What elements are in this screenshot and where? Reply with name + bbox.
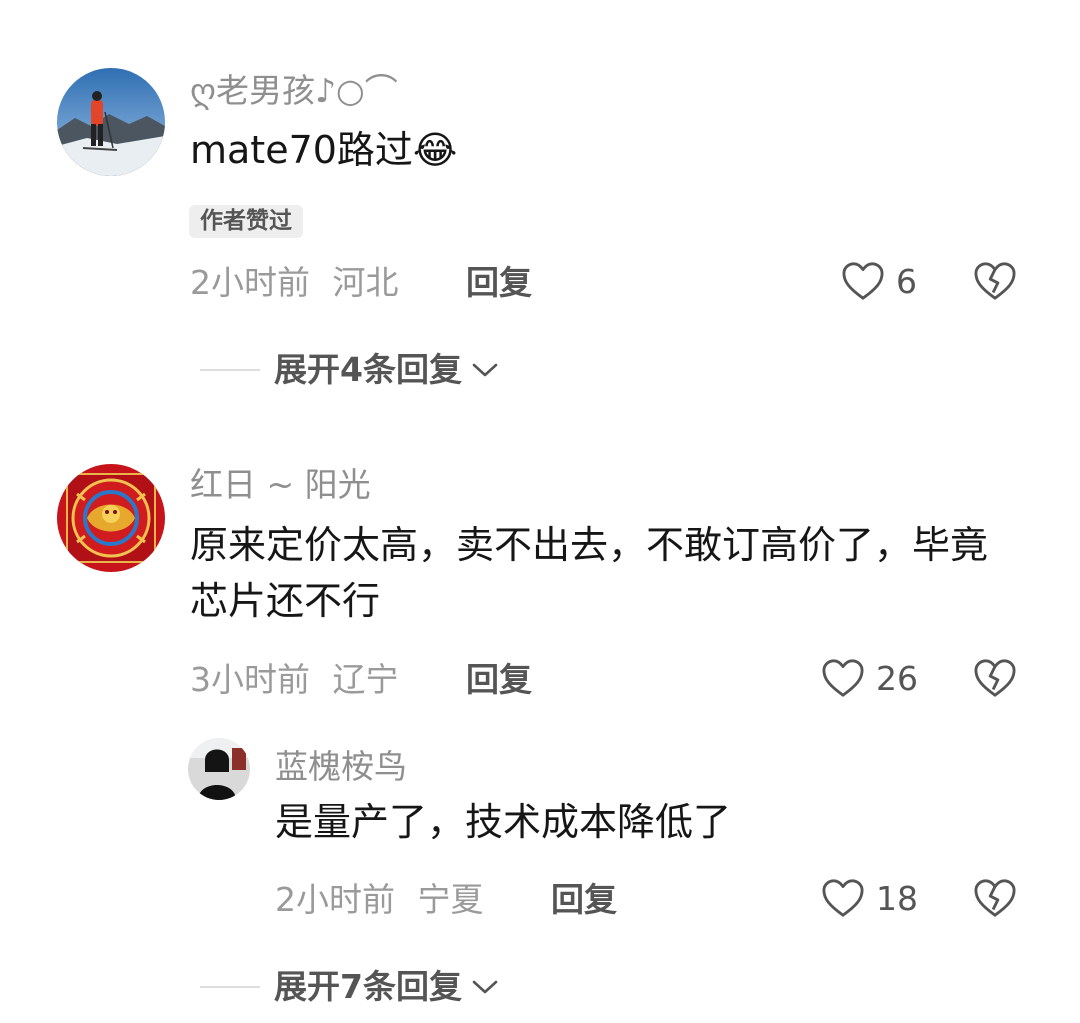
timestamp: 3小时前 bbox=[190, 660, 310, 699]
dislike-button[interactable] bbox=[972, 260, 1018, 302]
author-liked-badge: 作者赞过 bbox=[189, 205, 303, 238]
heart-outline-icon bbox=[820, 877, 866, 919]
reply-button[interactable]: 回复 bbox=[551, 883, 617, 916]
avatar[interactable] bbox=[57, 464, 165, 572]
chevron-down-icon bbox=[470, 360, 500, 380]
username[interactable]: ღ老男孩♪○⌒ bbox=[190, 74, 398, 107]
reply-content: 是量产了，技术成本降低了 bbox=[275, 800, 732, 844]
location: 宁夏 bbox=[417, 880, 484, 919]
dislike-button[interactable] bbox=[972, 877, 1018, 919]
reply-button[interactable]: 回复 bbox=[466, 266, 532, 299]
like-count: 18 bbox=[876, 878, 918, 918]
broken-heart-icon bbox=[972, 260, 1018, 302]
like-button[interactable]: 26 bbox=[820, 657, 918, 699]
comment-meta: 2小时前 宁夏 bbox=[275, 883, 484, 916]
expand-replies-label: 展开4条回复 bbox=[274, 350, 462, 389]
comment-meta: 3小时前 辽宁 bbox=[190, 663, 399, 696]
expand-divider bbox=[200, 368, 260, 371]
chevron-down-icon bbox=[470, 977, 500, 997]
broken-heart-icon bbox=[972, 657, 1018, 699]
location: 辽宁 bbox=[332, 660, 399, 699]
expand-replies-label: 展开7条回复 bbox=[274, 967, 462, 1006]
broken-heart-icon bbox=[972, 877, 1018, 919]
username[interactable]: 红日 ~ 阳光 bbox=[190, 468, 371, 501]
timestamp: 2小时前 bbox=[275, 880, 395, 919]
expand-divider bbox=[200, 985, 260, 988]
like-count: 6 bbox=[896, 261, 917, 301]
heart-outline-icon bbox=[840, 260, 886, 302]
heart-outline-icon bbox=[820, 657, 866, 699]
reply-button[interactable]: 回复 bbox=[466, 663, 532, 696]
dislike-button[interactable] bbox=[972, 657, 1018, 699]
avatar[interactable] bbox=[188, 738, 250, 800]
username[interactable]: 蓝槐桉鸟 bbox=[275, 750, 407, 783]
avatar[interactable] bbox=[57, 68, 165, 176]
comment-content: mate70路过😂 bbox=[190, 128, 458, 172]
timestamp: 2小时前 bbox=[190, 263, 310, 302]
comment-content: 原来定价太高，卖不出去，不敢订高价了，毕竟芯片还不行 bbox=[190, 523, 989, 623]
comment-meta: 2小时前 河北 bbox=[190, 266, 399, 299]
expand-replies-button[interactable]: 展开7条回复 bbox=[200, 970, 500, 1003]
location: 河北 bbox=[332, 263, 399, 302]
like-count: 26 bbox=[876, 658, 918, 698]
like-button[interactable]: 18 bbox=[820, 877, 918, 919]
expand-replies-button[interactable]: 展开4条回复 bbox=[200, 353, 500, 386]
like-button[interactable]: 6 bbox=[840, 260, 917, 302]
